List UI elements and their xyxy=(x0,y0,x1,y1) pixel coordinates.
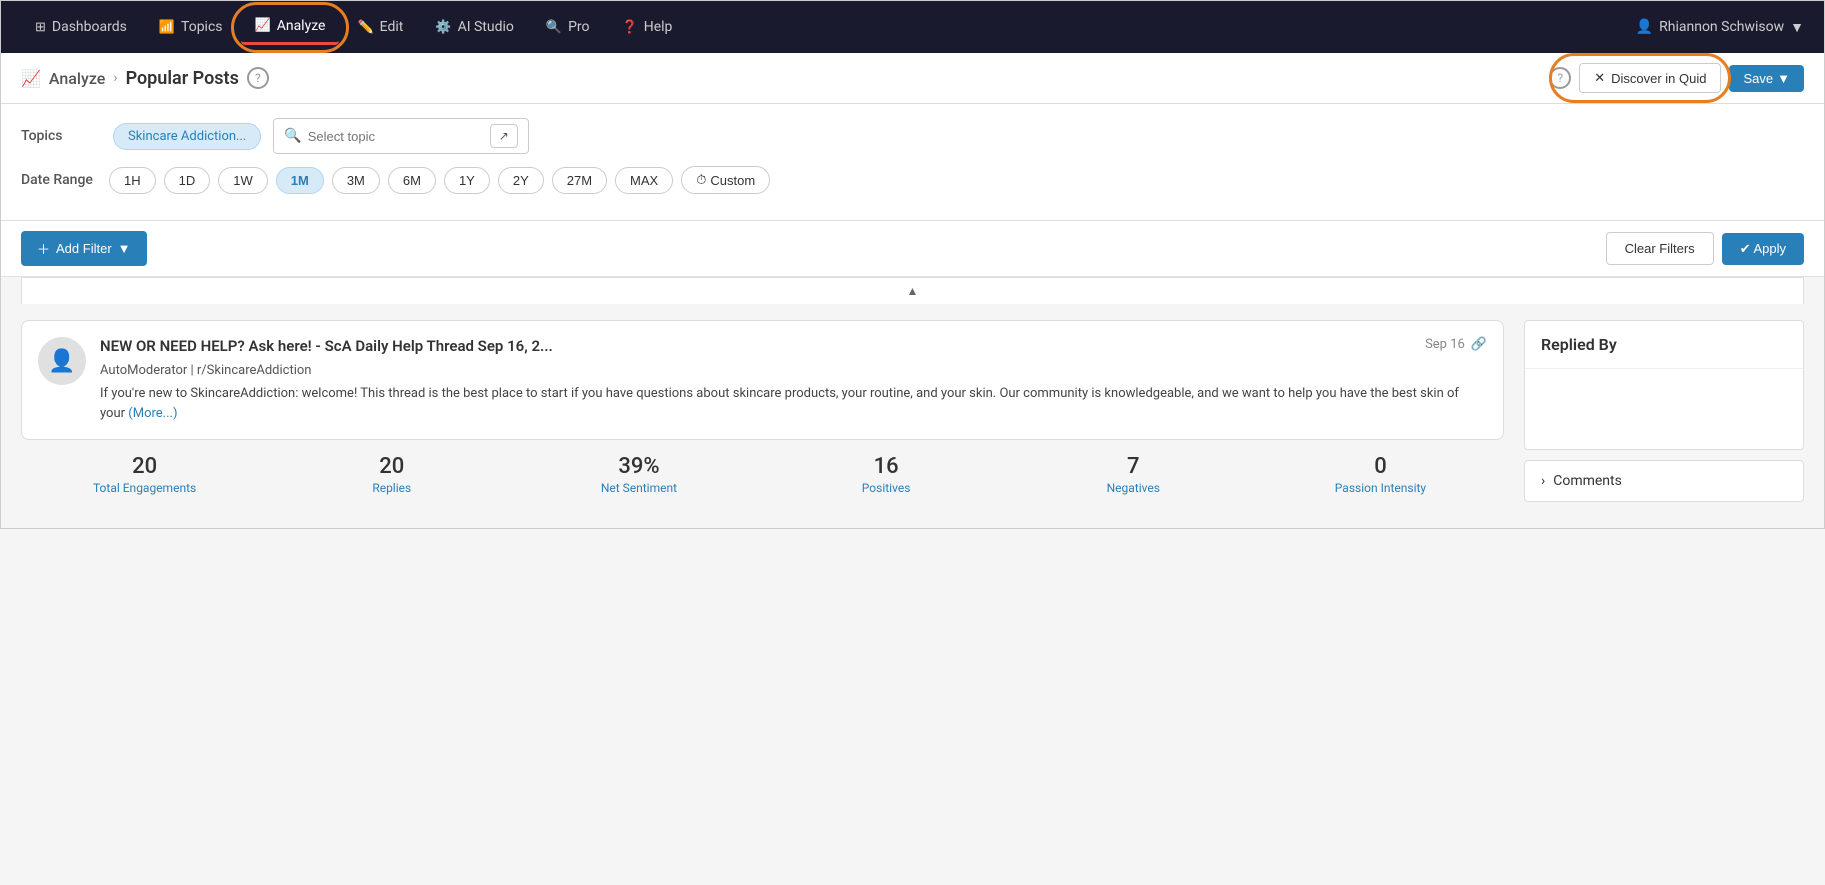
comments-section: › Comments xyxy=(1524,460,1804,502)
apply-button[interactable]: ✔ Apply xyxy=(1722,233,1804,265)
avatar-icon: 👤 xyxy=(48,349,75,374)
save-button[interactable]: Save ▼ xyxy=(1729,65,1804,92)
nav-edit[interactable]: ✏️ Edit xyxy=(343,11,417,43)
date-btn-max[interactable]: MAX xyxy=(615,167,673,194)
topic-chip[interactable]: Skincare Addiction... xyxy=(113,123,261,150)
stat-replies: 20 Replies xyxy=(268,454,515,495)
edit-icon: ✏️ xyxy=(357,20,373,35)
stat-negatives-value: 7 xyxy=(1010,454,1257,479)
collapse-handle[interactable]: ▲ xyxy=(21,277,1804,304)
page-help-button[interactable]: ? xyxy=(247,67,269,89)
breadcrumb: 📈 Analyze › Popular Posts ? xyxy=(21,67,1539,89)
subheader-actions: ? ✕ Discover in Quid Save ▼ xyxy=(1549,63,1804,93)
nav-pro[interactable]: 🔍 Pro xyxy=(532,11,604,43)
discover-in-quid-button[interactable]: ✕ Discover in Quid xyxy=(1579,63,1721,93)
replied-by-body xyxy=(1525,369,1803,449)
stat-total-engagements: 20 Total Engagements xyxy=(21,454,268,495)
comments-collapsible[interactable]: › Comments xyxy=(1525,461,1803,501)
nav-user[interactable]: 👤 Rhiannon Schwisow ▼ xyxy=(1636,19,1804,36)
subheader-help-button[interactable]: ? xyxy=(1549,67,1571,89)
stat-net-sentiment: 39% Net Sentiment xyxy=(515,454,762,495)
date-range-row: Date Range 1H 1D 1W 1M 3M 6M 1Y 2Y 27M M… xyxy=(21,166,1804,194)
comments-label: Comments xyxy=(1553,473,1622,489)
analyze-icon: 📈 xyxy=(255,18,271,33)
add-filter-dropdown-icon: ▼ xyxy=(118,241,131,256)
avatar: 👤 xyxy=(38,337,86,385)
pro-icon: 🔍 xyxy=(546,20,562,35)
stat-passion-intensity-value: 0 xyxy=(1257,454,1504,479)
date-btn-1d[interactable]: 1D xyxy=(164,167,211,194)
help-icon: ❓ xyxy=(622,20,638,35)
close-icon: ✕ xyxy=(1594,70,1605,86)
side-panel: Replied By › Comments xyxy=(1524,320,1804,512)
nav-help[interactable]: ❓ Help xyxy=(608,11,687,43)
breadcrumb-analyze-icon: 📈 xyxy=(21,69,41,88)
stat-net-sentiment-label: Net Sentiment xyxy=(515,481,762,495)
main-content: 👤 NEW OR NEED HELP? Ask here! - ScA Dail… xyxy=(1,304,1824,528)
ai-studio-icon: ⚙️ xyxy=(435,20,451,35)
topic-search-input[interactable] xyxy=(308,129,484,144)
date-btn-1w[interactable]: 1W xyxy=(218,167,268,194)
stat-total-engagements-label: Total Engagements xyxy=(21,481,268,495)
post-title[interactable]: NEW OR NEED HELP? Ask here! - ScA Daily … xyxy=(100,337,1415,355)
date-btn-1h[interactable]: 1H xyxy=(109,167,156,194)
stat-positives-label: Positives xyxy=(763,481,1010,495)
nav-ai-studio[interactable]: ⚙️ AI Studio xyxy=(421,11,528,43)
date-btn-3m[interactable]: 3M xyxy=(332,167,380,194)
stat-replies-value: 20 xyxy=(268,454,515,479)
stat-replies-label: Replies xyxy=(268,481,515,495)
post-card: 👤 NEW OR NEED HELP? Ask here! - ScA Dail… xyxy=(21,320,1504,440)
stat-negatives-label: Negatives xyxy=(1010,481,1257,495)
breadcrumb-current: Popular Posts xyxy=(126,68,239,89)
user-icon: 👤 xyxy=(1636,19,1653,35)
nav-dashboards[interactable]: ⊞ Dashboards xyxy=(21,11,141,43)
clear-filters-button[interactable]: Clear Filters xyxy=(1606,232,1714,265)
topics-label: Topics xyxy=(21,128,101,144)
post-column: 👤 NEW OR NEED HELP? Ask here! - ScA Dail… xyxy=(21,320,1504,512)
date-btn-1m[interactable]: 1M xyxy=(276,167,324,194)
chevron-right-icon: › xyxy=(1541,473,1545,489)
topics-filter-row: Topics Skincare Addiction... 🔍 ↗ xyxy=(21,118,1804,154)
post-date: Sep 16 xyxy=(1425,337,1465,352)
date-btn-6m[interactable]: 6M xyxy=(388,167,436,194)
nav-topics[interactable]: 📶 Topics xyxy=(145,11,237,43)
stat-positives-value: 16 xyxy=(763,454,1010,479)
stat-total-engagements-value: 20 xyxy=(21,454,268,479)
plus-icon: ＋ xyxy=(37,239,50,258)
nav-analyze[interactable]: 📈 Analyze xyxy=(241,10,340,45)
replied-by-title: Replied By xyxy=(1525,321,1803,369)
stat-negatives: 7 Negatives xyxy=(1010,454,1257,495)
stat-passion-intensity-label: Passion Intensity xyxy=(1257,481,1504,495)
breadcrumb-parent: Analyze xyxy=(49,69,105,88)
dashboards-icon: ⊞ xyxy=(35,20,46,35)
topic-search[interactable]: 🔍 ↗ xyxy=(273,118,529,154)
stats-row: 20 Total Engagements 20 Replies 39% Net … xyxy=(21,454,1504,495)
filters-area: Topics Skincare Addiction... 🔍 ↗ Date Ra… xyxy=(1,104,1824,221)
replied-by-section: Replied By xyxy=(1524,320,1804,450)
subheader: 📈 Analyze › Popular Posts ? ? ✕ Discover… xyxy=(1,53,1824,104)
post-meta: Sep 16 🔗 xyxy=(1425,337,1487,352)
action-row: ＋ Add Filter ▼ Clear Filters ✔ Apply xyxy=(1,221,1824,277)
nav-bar: ⊞ Dashboards 📶 Topics 📈 Analyze ✏️ Edit … xyxy=(1,1,1824,53)
stat-net-sentiment-value: 39% xyxy=(515,454,762,479)
clock-icon: ⏱ xyxy=(696,172,706,188)
post-text: If you're new to SkincareAddiction: welc… xyxy=(100,384,1487,423)
user-dropdown-icon: ▼ xyxy=(1790,19,1804,36)
date-btn-custom[interactable]: ⏱ Custom xyxy=(681,166,770,194)
post-source: AutoModerator | r/SkincareAddiction xyxy=(100,363,1487,378)
post-more-link[interactable]: (More...) xyxy=(128,406,177,421)
post-body: NEW OR NEED HELP? Ask here! - ScA Daily … xyxy=(100,337,1487,423)
stat-passion-intensity: 0 Passion Intensity xyxy=(1257,454,1504,495)
add-filter-button[interactable]: ＋ Add Filter ▼ xyxy=(21,231,147,266)
search-icon: 🔍 xyxy=(284,128,301,144)
date-btn-2y[interactable]: 2Y xyxy=(498,167,544,194)
link-icon: 🔗 xyxy=(1471,337,1487,352)
stat-positives: 16 Positives xyxy=(763,454,1010,495)
save-dropdown-icon: ▼ xyxy=(1777,71,1790,86)
date-range-label: Date Range xyxy=(21,172,101,188)
external-link-button[interactable]: ↗ xyxy=(490,124,518,148)
date-btn-1y[interactable]: 1Y xyxy=(444,167,490,194)
topics-icon: 📶 xyxy=(159,20,175,35)
date-btn-27m[interactable]: 27M xyxy=(552,167,607,194)
